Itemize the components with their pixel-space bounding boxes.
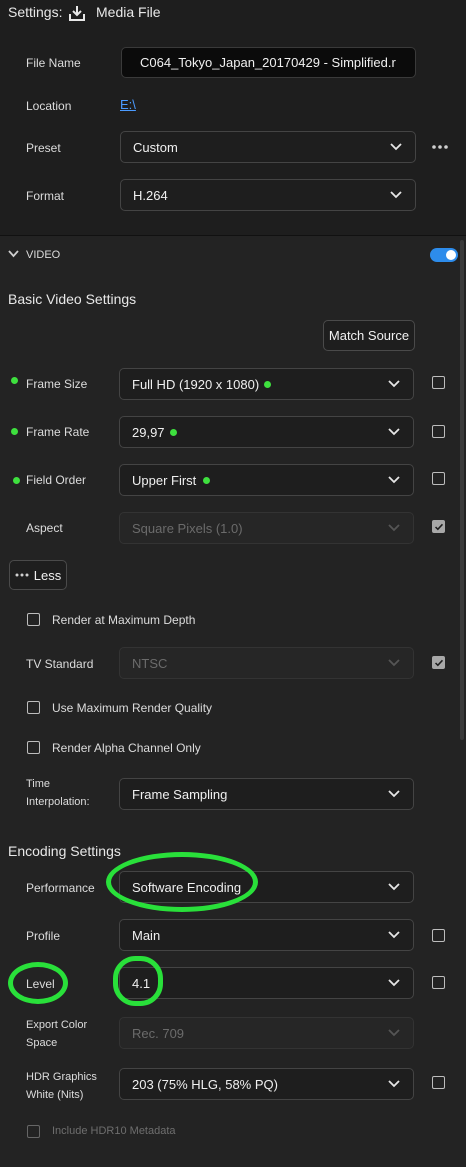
location-link[interactable]: E:\ — [120, 97, 136, 112]
video-section-label[interactable]: VIDEO — [26, 249, 60, 261]
more-options-icon[interactable] — [431, 143, 449, 151]
field-order-checkbox[interactable] — [432, 472, 445, 485]
chevron-down-icon — [388, 428, 400, 436]
match-source-button[interactable]: Match Source — [323, 320, 415, 351]
chevron-down-icon — [388, 931, 400, 939]
basic-video-heading: Basic Video Settings — [8, 291, 137, 307]
chevron-down-icon — [388, 1029, 400, 1037]
tv-standard-dropdown[interactable]: NTSC — [119, 647, 414, 679]
less-button[interactable]: Less — [9, 560, 67, 590]
hdr-checkbox[interactable] — [432, 1076, 445, 1089]
frame-rate-checkbox[interactable] — [432, 425, 445, 438]
frame-size-value: Full HD (1920 x 1080) — [132, 376, 260, 392]
level-checkbox[interactable] — [432, 976, 445, 989]
modified-indicator — [169, 428, 177, 436]
file-name-label: File Name — [26, 56, 81, 70]
chevron-down-icon — [388, 790, 400, 798]
export-color-label-2: Space — [26, 1037, 58, 1049]
chevron-down-icon — [388, 979, 400, 987]
level-dropdown[interactable]: 4.1 — [119, 967, 414, 999]
render-max-depth-checkbox[interactable] — [27, 613, 40, 626]
encoding-heading: Encoding Settings — [8, 843, 121, 859]
chevron-down-icon — [390, 143, 402, 151]
render-alpha-label: Render Alpha Channel Only — [52, 741, 201, 755]
annotation-circle-level-value — [113, 956, 163, 1006]
hdr10-metadata-label: Include HDR10 Metadata — [52, 1125, 176, 1137]
chevron-down-icon[interactable] — [8, 250, 19, 258]
chevron-down-icon — [388, 1080, 400, 1088]
download-icon — [69, 6, 85, 21]
profile-dropdown[interactable]: Main — [119, 919, 414, 951]
time-interp-label-2: Interpolation: — [26, 796, 90, 808]
hdr10-metadata-checkbox[interactable] — [27, 1125, 40, 1138]
max-render-quality-checkbox[interactable] — [27, 701, 40, 714]
preset-dropdown[interactable]: Custom — [120, 131, 416, 163]
chevron-down-icon — [388, 883, 400, 891]
format-label: Format — [26, 189, 65, 203]
field-order-label: Field Order — [26, 473, 87, 487]
frame-rate-dropdown[interactable]: 29,97 — [119, 416, 414, 448]
file-name-input[interactable]: C064_Tokyo_Japan_20170429 - Simplified.r — [121, 47, 416, 78]
render-max-depth-label: Render at Maximum Depth — [52, 613, 196, 627]
chevron-down-icon — [388, 659, 400, 667]
hdr-label: HDR Graphics — [26, 1071, 97, 1083]
field-order-value: Upper First — [132, 472, 197, 488]
chevron-down-icon — [388, 476, 400, 484]
tv-standard-checkbox[interactable] — [432, 656, 445, 669]
field-order-dropdown[interactable]: Upper First — [119, 464, 414, 496]
frame-size-dropdown[interactable]: Full HD (1920 x 1080) — [119, 368, 414, 400]
format-value: H.264 — [133, 187, 168, 203]
scrollbar[interactable] — [460, 240, 464, 740]
hdr-label-2: White (Nits) — [26, 1089, 84, 1101]
modified-indicator — [13, 477, 20, 484]
annotation-circle-performance — [106, 852, 258, 912]
aspect-value: Square Pixels (1.0) — [132, 520, 243, 536]
video-toggle[interactable] — [430, 248, 458, 262]
profile-label: Profile — [26, 929, 61, 943]
chevron-down-icon — [390, 191, 402, 199]
export-color-label: Export Color — [26, 1019, 88, 1031]
preset-label: Preset — [26, 141, 61, 155]
location-label: Location — [26, 99, 72, 113]
time-interp-label: Time — [26, 778, 51, 790]
aspect-label: Aspect — [26, 521, 63, 535]
hdr-value: 203 (75% HLG, 58% PQ) — [132, 1076, 278, 1092]
chevron-down-icon — [388, 524, 400, 532]
hdr-dropdown[interactable]: 203 (75% HLG, 58% PQ) — [119, 1068, 414, 1100]
frame-rate-value: 29,97 — [132, 424, 165, 440]
annotation-circle-level-label — [8, 962, 68, 1004]
tv-standard-label: TV Standard — [26, 657, 94, 671]
modified-indicator — [11, 377, 18, 384]
frame-size-label: Frame Size — [26, 377, 88, 391]
modified-indicator — [264, 380, 272, 388]
aspect-dropdown[interactable]: Square Pixels (1.0) — [119, 512, 414, 544]
frame-size-checkbox[interactable] — [432, 376, 445, 389]
time-interp-value: Frame Sampling — [132, 786, 228, 802]
tv-standard-value: NTSC — [132, 655, 168, 671]
max-render-quality-label: Use Maximum Render Quality — [52, 701, 213, 715]
performance-label: Performance — [26, 881, 95, 895]
preset-value: Custom — [133, 139, 178, 155]
media-file-label: Media File — [96, 4, 161, 20]
modified-indicator — [11, 428, 18, 435]
render-alpha-checkbox[interactable] — [27, 741, 40, 754]
profile-checkbox[interactable] — [432, 929, 445, 942]
less-label: Less — [33, 567, 62, 583]
export-color-dropdown[interactable]: Rec. 709 — [119, 1017, 414, 1049]
modified-indicator — [203, 476, 211, 484]
chevron-down-icon — [388, 380, 400, 388]
frame-rate-label: Frame Rate — [26, 425, 90, 439]
more-dots-icon — [15, 573, 29, 577]
export-color-value: Rec. 709 — [132, 1025, 185, 1041]
settings-title: Settings: — [8, 4, 63, 20]
profile-value: Main — [132, 927, 161, 943]
aspect-checkbox[interactable] — [432, 520, 445, 533]
time-interp-dropdown[interactable]: Frame Sampling — [119, 778, 414, 810]
format-dropdown[interactable]: H.264 — [120, 179, 416, 211]
